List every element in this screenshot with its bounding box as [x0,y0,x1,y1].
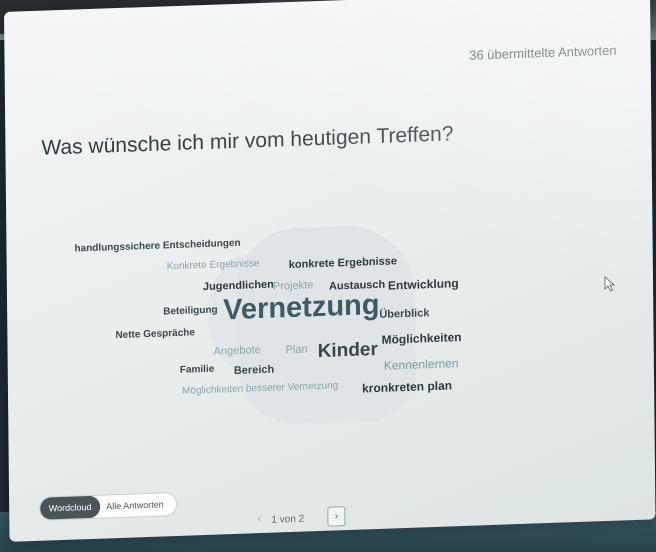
question-title: Was wünsche ich mir vom heutigen Treffen… [41,122,454,160]
cloud-word: handlungssichere Entscheidungen [74,237,241,255]
wordcloud-tab[interactable]: Wordcloud [40,495,101,520]
mouse-cursor-icon [604,276,616,292]
cloud-word: Entwicklung [387,276,459,293]
cloud-word: Kennenlernen [383,356,459,373]
page-indicator: 1 von 2 [271,513,305,526]
cloud-word: Kinder [317,338,378,363]
view-toggle[interactable]: Wordcloud Alle Antworten [39,491,178,521]
cloud-word: Bereich [233,363,275,377]
cloud-word: Überblick [379,307,430,321]
cloud-word: Beteiligung [163,304,218,318]
chevron-left-icon[interactable]: ‹ [257,511,261,525]
cloud-word: Familie [179,363,215,376]
cloud-word: Nette Gespräche [115,327,195,342]
cloud-word: Vernetzung [223,288,380,327]
presentation-screen: 36 übermittelte Antworten Was wünsche ic… [4,0,656,542]
cloud-word: Jugendlichen [202,278,274,294]
cloud-word: Plan [285,343,308,357]
chevron-right-icon[interactable]: › [327,506,346,527]
all-answers-tab[interactable]: Alle Antworten [106,493,164,517]
cloud-word: Angebote [213,344,261,358]
response-count: 36 übermittelte Antworten [469,42,617,63]
cloud-word: Möglichkeiten [381,330,462,347]
cloud-word: kronkreten plan [361,378,453,396]
